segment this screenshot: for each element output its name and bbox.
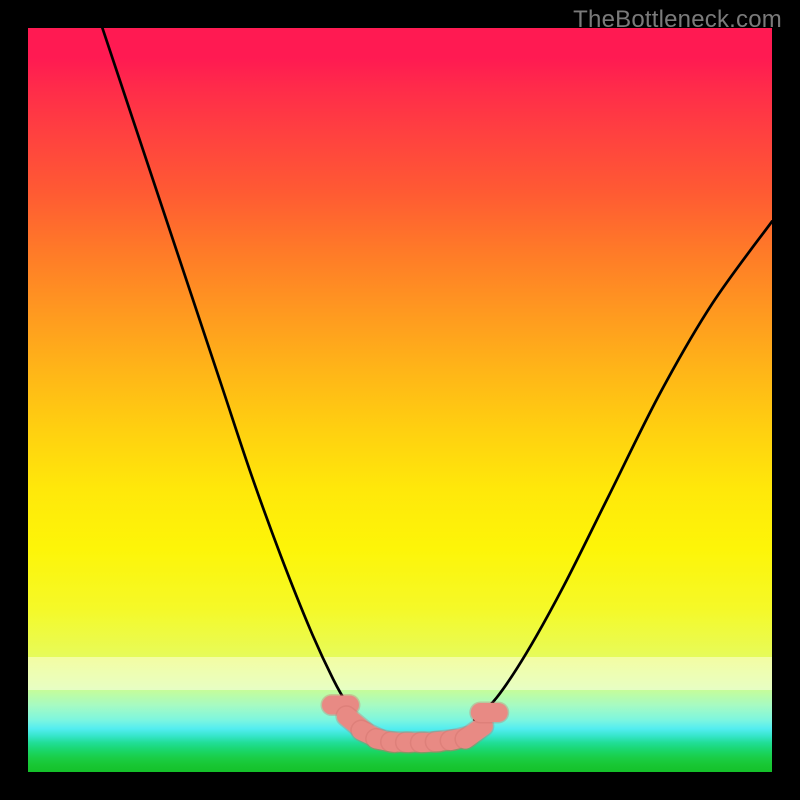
attribution-text: TheBottleneck.com (573, 6, 782, 34)
chart-frame: TheBottleneck.com (0, 0, 800, 800)
chart-svg (28, 28, 772, 772)
bottleneck-curve-left (102, 28, 377, 735)
optimal-marker (465, 726, 483, 739)
bottleneck-curve-right (474, 221, 772, 719)
plot-area (28, 28, 772, 772)
